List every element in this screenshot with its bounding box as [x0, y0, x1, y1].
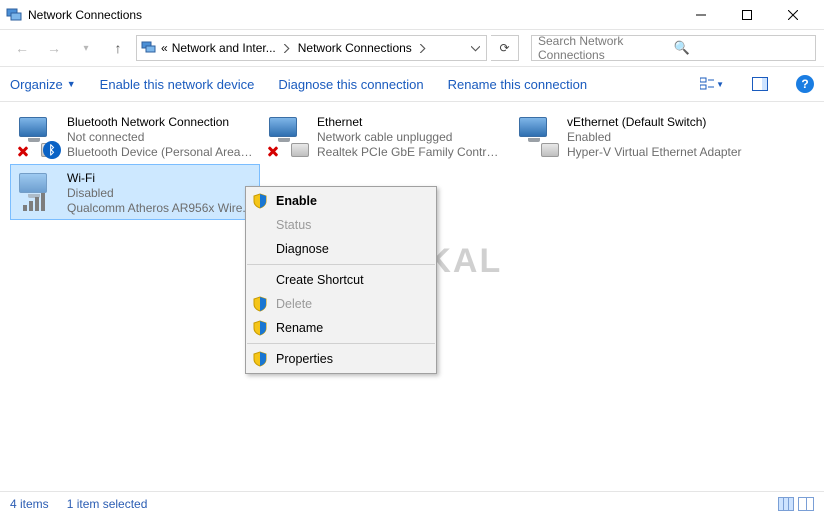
adapter-vethernet[interactable]: vEthernet (Default Switch) Enabled Hyper…: [510, 108, 760, 164]
breadcrumb-1[interactable]: Network and Inter...: [172, 41, 276, 55]
enable-device-button[interactable]: Enable this network device: [100, 77, 255, 92]
forward-button[interactable]: →: [40, 34, 68, 62]
adapter-device: Qualcomm Atheros AR956x Wire...: [67, 201, 253, 216]
refresh-button[interactable]: ⟳: [491, 35, 519, 61]
menu-enable[interactable]: Enable: [246, 189, 436, 213]
wifi-bars-icon: [23, 193, 45, 211]
title-bar: Network Connections: [0, 0, 824, 30]
navigation-bar: ← → ▾ ↑ « Network and Inter... Network C…: [0, 30, 824, 66]
rename-connection-button[interactable]: Rename this connection: [448, 77, 587, 92]
adapter-icon: ᛒ: [17, 115, 59, 157]
shield-icon: [252, 296, 268, 312]
chevron-right-icon[interactable]: [416, 44, 430, 53]
view-mode-switcher[interactable]: [778, 497, 814, 511]
adapter-icon: [517, 115, 559, 157]
menu-delete: Delete: [246, 292, 436, 316]
adapter-name: Bluetooth Network Connection: [67, 115, 253, 130]
search-box[interactable]: Search Network Connections 🔍: [531, 35, 816, 61]
menu-properties[interactable]: Properties: [246, 347, 436, 371]
adapter-device: Bluetooth Device (Personal Area ...: [67, 145, 253, 160]
adapter-name: Ethernet: [317, 115, 503, 130]
adapter-device: Realtek PCIe GbE Family Controller: [317, 145, 503, 160]
adapter-device: Hyper-V Virtual Ethernet Adapter: [567, 145, 753, 160]
command-bar: Organize▼ Enable this network device Dia…: [0, 66, 824, 102]
breadcrumb-root[interactable]: «: [161, 41, 168, 55]
shield-icon: [252, 193, 268, 209]
organize-menu[interactable]: Organize▼: [10, 77, 76, 92]
adapter-icon: [17, 171, 59, 213]
adapter-icon: [267, 115, 309, 157]
bluetooth-icon: ᛒ: [43, 141, 61, 159]
error-overlay-icon: [15, 143, 31, 159]
up-button[interactable]: ↑: [104, 34, 132, 62]
status-bar: 4 items 1 item selected: [0, 491, 824, 515]
content-area: ᛒ Bluetooth Network Connection Not conne…: [0, 102, 824, 481]
adapter-status: Not connected: [67, 130, 253, 145]
chevron-right-icon[interactable]: [280, 44, 294, 53]
search-icon: 🔍: [674, 40, 810, 56]
selection-count: 1 item selected: [67, 497, 148, 511]
adapter-status: Network cable unplugged: [317, 130, 503, 145]
adapter-name: vEthernet (Default Switch): [567, 115, 753, 130]
large-icons-view-icon[interactable]: [798, 497, 814, 511]
details-view-icon[interactable]: [778, 497, 794, 511]
search-placeholder: Search Network Connections: [538, 34, 674, 62]
maximize-button[interactable]: [724, 0, 770, 30]
menu-create-shortcut[interactable]: Create Shortcut: [246, 268, 436, 292]
adapter-name: Wi-Fi: [67, 171, 253, 186]
minimize-button[interactable]: [678, 0, 724, 30]
error-overlay-icon: [265, 143, 281, 159]
menu-separator: [247, 264, 435, 265]
item-count: 4 items: [10, 497, 49, 511]
menu-separator: [247, 343, 435, 344]
back-button[interactable]: ←: [8, 34, 36, 62]
context-menu: Enable Status Diagnose Create Shortcut D…: [245, 186, 437, 374]
adapter-status: Disabled: [67, 186, 253, 201]
adapter-status: Enabled: [567, 130, 753, 145]
menu-diagnose[interactable]: Diagnose: [246, 237, 436, 261]
address-bar[interactable]: « Network and Inter... Network Connectio…: [136, 35, 487, 61]
help-button[interactable]: ?: [796, 75, 814, 93]
menu-rename[interactable]: Rename: [246, 316, 436, 340]
adapter-bluetooth[interactable]: ᛒ Bluetooth Network Connection Not conne…: [10, 108, 260, 164]
app-icon: [6, 7, 22, 23]
window-title: Network Connections: [28, 8, 678, 22]
menu-status: Status: [246, 213, 436, 237]
breadcrumb-2[interactable]: Network Connections: [298, 41, 412, 55]
recent-locations-button[interactable]: ▾: [72, 34, 100, 62]
adapter-ethernet[interactable]: Ethernet Network cable unplugged Realtek…: [260, 108, 510, 164]
view-options-button[interactable]: ▼: [700, 77, 724, 91]
preview-pane-button[interactable]: [748, 77, 772, 91]
location-icon: [141, 40, 157, 56]
shield-icon: [252, 320, 268, 336]
diagnose-connection-button[interactable]: Diagnose this connection: [278, 77, 423, 92]
shield-icon: [252, 351, 268, 367]
adapter-wifi[interactable]: Wi-Fi Disabled Qualcomm Atheros AR956x W…: [10, 164, 260, 220]
close-button[interactable]: [770, 0, 816, 30]
chevron-down-icon[interactable]: [468, 44, 482, 53]
